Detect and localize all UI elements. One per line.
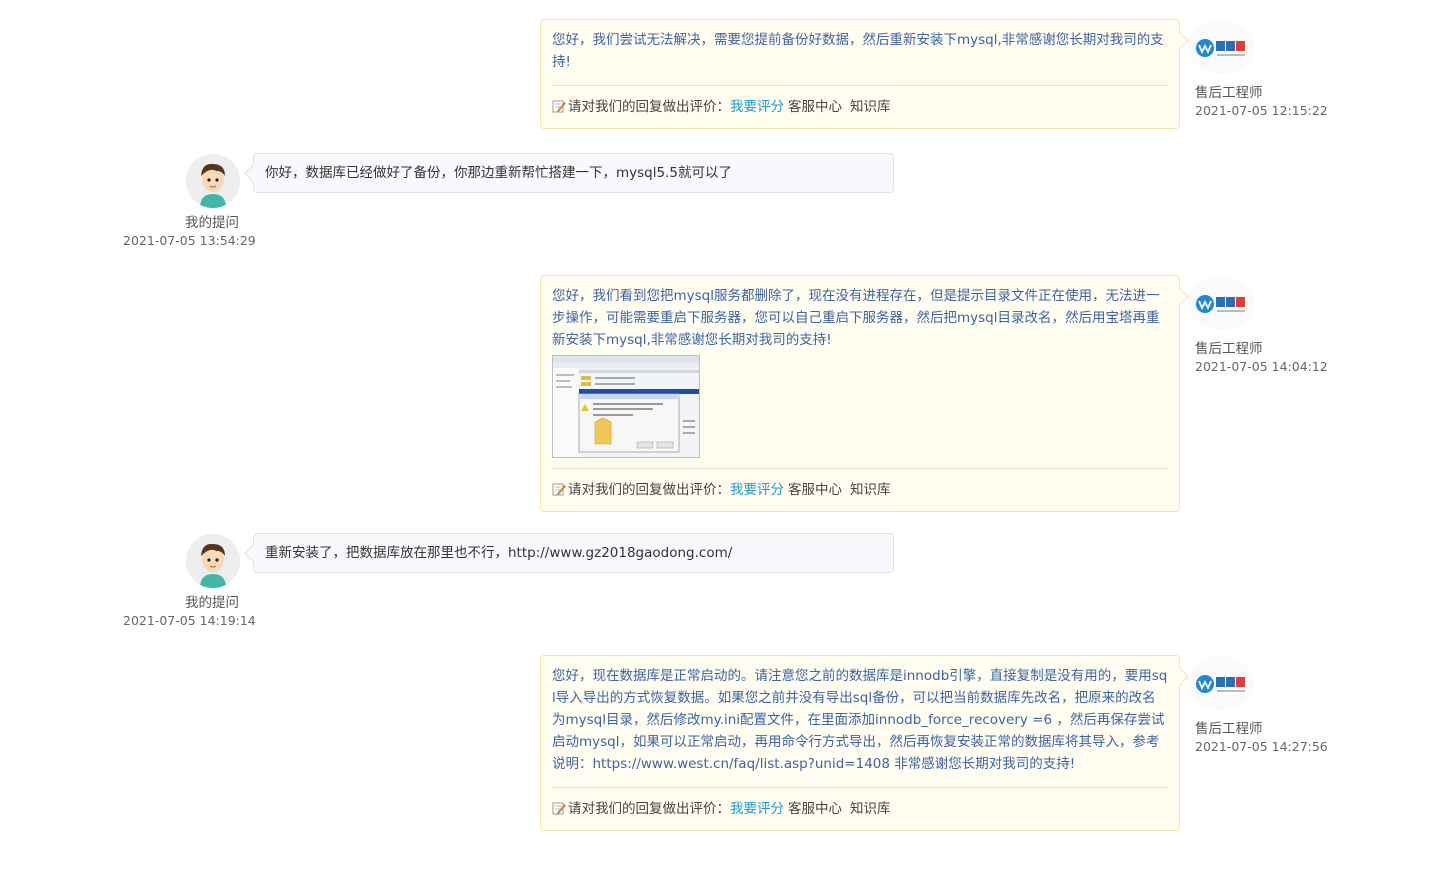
staff-reply-bubble: 您好，我们尝试无法解决，需要您提前备份好数据，然后重新安装下mysql,非常感谢… (540, 19, 1180, 129)
service-center-link[interactable]: 客服中心 (788, 482, 842, 498)
message-timestamp: 2021-07-05 14:19:14 (123, 613, 256, 628)
service-center-link[interactable]: 客服中心 (788, 801, 842, 817)
user-avatar-icon (186, 154, 240, 208)
rating-prompt: 请对我们的回复做出评价： (568, 482, 730, 498)
rating-bar: 请对我们的回复做出评价：我要评分 客服中心 知识库 (552, 787, 1168, 830)
edit-note-icon (552, 100, 566, 113)
staff-role-label: 售后工程师 (1195, 341, 1263, 357)
staff-reply-text: 您好，现在数据库是正常启动的。请注意您之前的数据库是innodb引擎，直接复制是… (552, 668, 1168, 772)
user-message-bubble: 你好，数据库已经做好了备份，你那边重新帮忙搭建一下，mysql5.5就可以了 (253, 153, 894, 193)
edit-note-icon (552, 483, 566, 496)
user-message-bubble: 重新安装了，把数据库放在那里也不行，http://www.gz2018gaodo… (253, 533, 894, 573)
west-cn-logo-icon (1188, 20, 1254, 74)
rating-bar: 请对我们的回复做出评价：我要评分 客服中心 知识库 (552, 468, 1168, 511)
knowledge-base-link[interactable]: 知识库 (850, 801, 891, 817)
knowledge-base-link[interactable]: 知识库 (850, 482, 891, 498)
edit-note-icon (552, 802, 566, 815)
west-cn-logo-icon (1188, 276, 1254, 330)
service-center-link[interactable]: 客服中心 (788, 99, 842, 115)
staff-role-label: 售后工程师 (1195, 721, 1263, 737)
staff-reply-text: 您好，我们尝试无法解决，需要您提前备份好数据，然后重新安装下mysql,非常感谢… (552, 32, 1164, 70)
rate-link[interactable]: 我要评分 (730, 482, 784, 498)
user-avatar-icon (186, 534, 240, 588)
knowledge-base-link[interactable]: 知识库 (850, 99, 891, 115)
rate-link[interactable]: 我要评分 (730, 801, 784, 817)
rating-prompt: 请对我们的回复做出评价： (568, 99, 730, 115)
staff-role-label: 售后工程师 (1195, 85, 1263, 101)
rating-bar: 请对我们的回复做出评价：我要评分 客服中心 知识库 (552, 85, 1168, 128)
user-role-label: 我的提问 (185, 215, 239, 231)
attachment-screenshot[interactable] (552, 355, 700, 458)
message-timestamp: 2021-07-05 12:15:22 (1195, 103, 1328, 118)
staff-reply-text: 您好，我们看到您把mysql服务都删除了，现在没有进程存在，但是提示目录文件正在… (552, 288, 1160, 348)
staff-reply-bubble: 您好，我们看到您把mysql服务都删除了，现在没有进程存在，但是提示目录文件正在… (540, 275, 1180, 512)
staff-reply-bubble: 您好，现在数据库是正常启动的。请注意您之前的数据库是innodb引擎，直接复制是… (540, 655, 1180, 831)
message-timestamp: 2021-07-05 13:54:29 (123, 233, 256, 248)
west-cn-logo-icon (1188, 656, 1254, 710)
message-timestamp: 2021-07-05 14:27:56 (1195, 739, 1328, 754)
user-role-label: 我的提问 (185, 595, 239, 611)
rate-link[interactable]: 我要评分 (730, 99, 784, 115)
message-timestamp: 2021-07-05 14:04:12 (1195, 359, 1328, 374)
rating-prompt: 请对我们的回复做出评价： (568, 801, 730, 817)
